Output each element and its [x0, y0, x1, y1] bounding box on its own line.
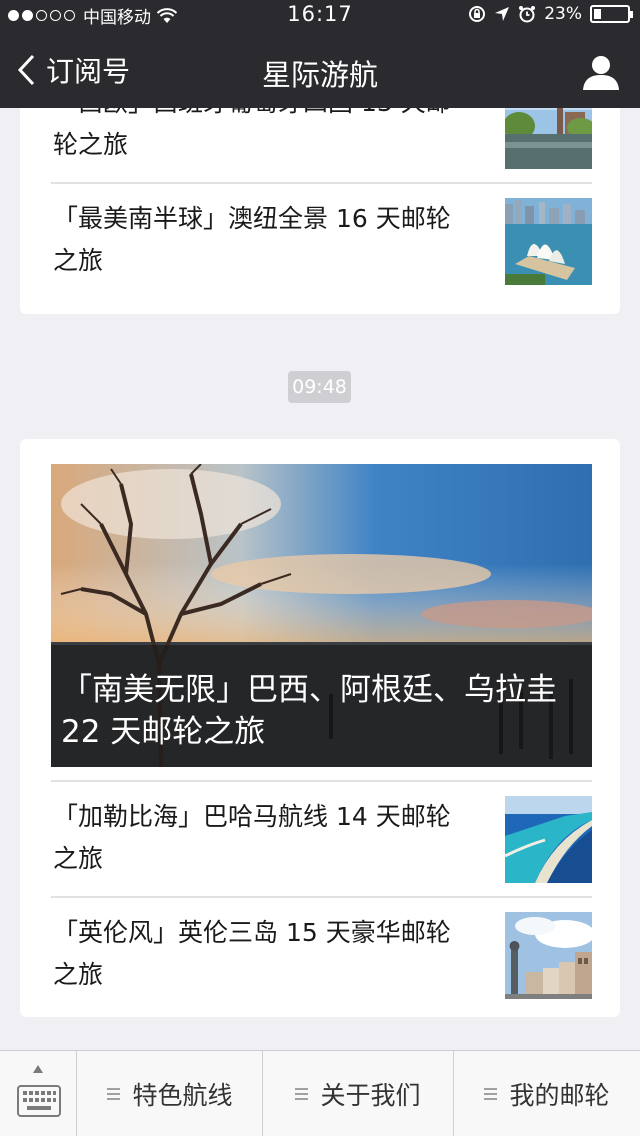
chevron-left-icon — [17, 54, 35, 86]
article-title: 「英伦风」英伦三岛 15 天豪华邮轮之旅 — [53, 918, 451, 989]
location-arrow-icon — [495, 7, 510, 21]
caribbean-coast-photo — [505, 796, 592, 883]
caret-up-icon — [33, 1065, 43, 1073]
article-title: 「加勒比海」巴哈马航线 14 天邮轮之旅 — [53, 802, 451, 873]
menu-lines-icon — [484, 1088, 498, 1100]
menu-item-my-cruise[interactable]: 我的邮轮 — [454, 1051, 640, 1136]
menu-item-featured-routes[interactable]: 特色航线 — [78, 1051, 263, 1136]
cover-caption-overlay: 「南美无限」巴西、阿根廷、乌拉圭 22 天邮轮之旅 — [51, 645, 592, 767]
profile-icon[interactable] — [582, 54, 620, 90]
lake-church-photo — [505, 108, 592, 169]
status-right: 23% — [468, 4, 633, 24]
cover-title: 「南美无限」巴西、阿根廷、乌拉圭 22 天邮轮之旅 — [61, 672, 557, 750]
article-title: 「最美南半球」澳纽全景 16 天邮轮之旅 — [53, 204, 451, 275]
navigation-bar: 订阅号 星际游航 — [0, 30, 640, 108]
menu-item-about-us[interactable]: 关于我们 — [263, 1051, 454, 1136]
menu-item-label: 我的邮轮 — [509, 1081, 610, 1110]
back-label: 订阅号 — [46, 55, 131, 88]
message-list[interactable]: 「西欧」西班牙葡萄牙四国 13 天邮轮之旅 — [0, 108, 640, 1050]
keyboard-toggle-button[interactable] — [0, 1051, 77, 1136]
article-title: 「西欧」西班牙葡萄牙四国 13 天邮轮之旅 — [53, 108, 451, 159]
battery-icon — [590, 5, 633, 23]
article-item[interactable]: 「最美南半球」澳纽全景 16 天邮轮之旅 — [51, 184, 592, 299]
status-bar: 中国移动 16:17 23% — [0, 0, 640, 30]
alarm-icon — [519, 6, 536, 23]
rotation-lock-icon — [469, 6, 486, 22]
article-item[interactable]: 「加勒比海」巴哈马航线 14 天邮轮之旅 — [51, 782, 592, 897]
wechat-subscription-screen: 中国移动 16:17 23% 订阅号 星际游航 轮之旅 「最美南半球」澳纽全景 … — [0, 0, 640, 1136]
article-item[interactable]: 「英伦风」英伦三岛 15 天豪华邮轮之旅 — [51, 898, 592, 1013]
back-button[interactable]: 订阅号 — [16, 50, 130, 90]
battery-percent: 23% — [544, 4, 582, 24]
menu-item-label: 关于我们 — [320, 1081, 421, 1110]
message-timestamp: 09:48 — [288, 371, 351, 403]
article-card: 「西欧」西班牙葡萄牙四国 13 天邮轮之旅 — [20, 108, 620, 314]
cover-article[interactable]: 「南美无限」巴西、阿根廷、乌拉圭 22 天邮轮之旅 — [51, 464, 592, 767]
british-town-photo — [505, 912, 592, 999]
menu-lines-icon — [107, 1088, 121, 1100]
article-item[interactable]: 「西欧」西班牙葡萄牙四国 13 天邮轮之旅 — [51, 108, 592, 183]
battery-fill — [594, 9, 601, 19]
multi-article-card: 「南美无限」巴西、阿根廷、乌拉圭 22 天邮轮之旅 「加勒比海」巴哈马航线 14… — [20, 439, 620, 1017]
keyboard-icon — [17, 1085, 61, 1117]
menu-lines-icon — [295, 1088, 309, 1100]
menu-item-label: 特色航线 — [132, 1081, 233, 1110]
bottom-menu-bar: 特色航线 关于我们 我的邮轮 — [0, 1050, 640, 1136]
sydney-opera-house-photo — [505, 198, 592, 285]
